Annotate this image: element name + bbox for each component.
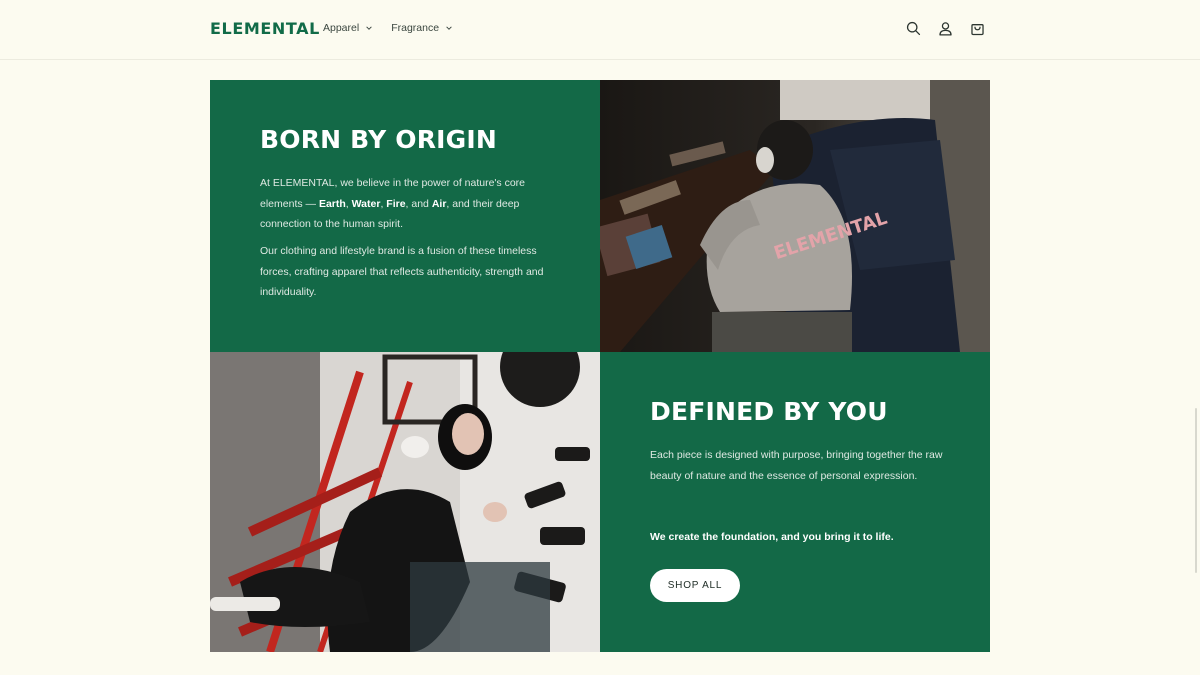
photo-man-headphones: ELEMENTAL — [600, 80, 990, 352]
fire-text: Fire — [386, 197, 406, 210]
feature-grid: BORN BY ORIGIN At ELEMENTAL, we believe … — [210, 80, 990, 652]
purpose-paragraph: Each piece is designed with purpose, bri… — [650, 449, 943, 482]
earth-text: Earth — [318, 197, 346, 210]
nav-apparel[interactable]: Apparel — [323, 22, 373, 34]
nav-apparel-label: Apparel — [323, 22, 360, 34]
header-icons — [904, 19, 987, 38]
intro-paragraph: At ELEMENTAL, we believe in the power of… — [260, 173, 560, 235]
photo-woman-stairs — [210, 352, 600, 652]
foundation-paragraph: We create the foundation, and you bring … — [650, 531, 894, 543]
cart-button[interactable] — [968, 19, 987, 38]
main-nav: Apparel Fragrance — [323, 22, 453, 34]
air-text: Air — [431, 197, 447, 210]
site-header: ELEMENTAL Apparel Fragrance — [0, 0, 1200, 60]
chevron-down-icon — [366, 26, 372, 30]
logo[interactable]: ELEMENTAL — [210, 19, 320, 38]
search-icon — [906, 21, 921, 36]
scrollbar[interactable] — [1195, 408, 1197, 573]
account-button[interactable] — [936, 19, 955, 38]
born-by-origin-panel: BORN BY ORIGIN At ELEMENTAL, we believe … — [210, 80, 600, 352]
shop-all-button[interactable]: SHOP ALL — [650, 569, 740, 602]
nav-fragrance-label: Fragrance — [391, 22, 440, 34]
section-heading: DEFINED BY YOU — [650, 397, 888, 426]
cart-icon — [971, 24, 984, 36]
account-icon — [939, 22, 952, 36]
brand-paragraph: Our clothing and lifestyle brand is a fu… — [260, 245, 544, 298]
water-text: Water — [351, 197, 381, 210]
defined-by-you-panel: DEFINED BY YOU Each piece is designed wi… — [600, 352, 990, 652]
chevron-down-icon — [446, 26, 452, 30]
section-heading: BORN BY ORIGIN — [260, 125, 498, 154]
search-button[interactable] — [904, 19, 923, 38]
sep-text: , and — [405, 197, 432, 210]
nav-fragrance[interactable]: Fragrance — [391, 22, 453, 34]
